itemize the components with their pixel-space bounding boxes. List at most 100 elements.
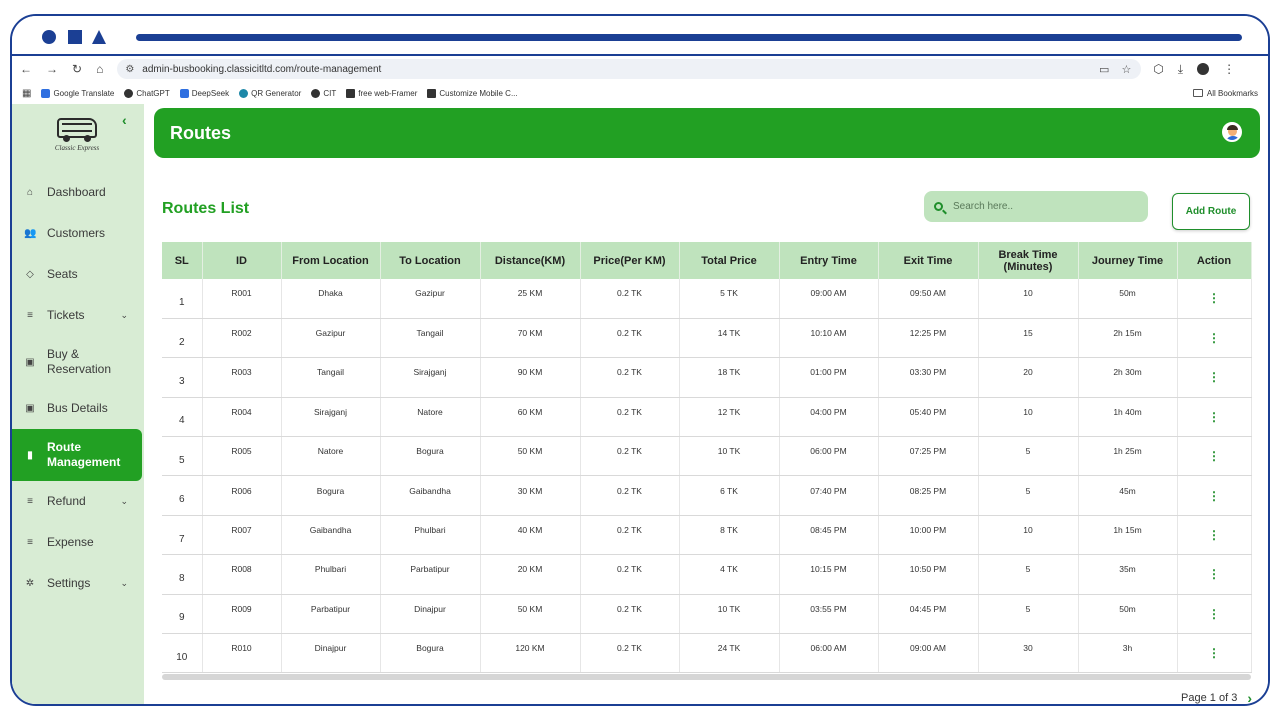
sidebar-item-bus-details[interactable]: ▣ Bus Details [12, 388, 144, 429]
bookmark-google-translate[interactable]: Google Translate [41, 88, 114, 98]
site-info-icon[interactable]: ⚙ [125, 64, 134, 75]
bag-icon [427, 88, 437, 98]
square-shape [68, 30, 82, 44]
break-time-cell: 5 [978, 554, 1079, 595]
gear-icon: ✲ [25, 578, 35, 589]
bookmark-chatgpt[interactable]: ChatGPT [124, 88, 170, 98]
sl-cell: 8 [162, 554, 203, 595]
break-time-cell: 10 [978, 279, 1079, 319]
journey-time-cell: 2h 30m [1078, 357, 1178, 398]
sidebar-item-customers[interactable]: 👥 Customers [12, 213, 144, 254]
journey-time-cell: 1h 40m [1078, 397, 1178, 438]
sidebar-item-buy-reservation[interactable]: ▣ Buy & Reservation [12, 336, 144, 388]
search-box [924, 191, 1148, 222]
id-cell: R007 [202, 515, 282, 556]
bus-icon: ▣ [25, 403, 35, 414]
row-actions-icon[interactable]: ⋮ [1177, 594, 1252, 635]
sidebar-item-seats[interactable]: ◇ Seats [12, 254, 144, 295]
browser-tools: ⬡ ⤓ ⋮ [1153, 62, 1235, 77]
row-actions-icon[interactable]: ⋮ [1177, 515, 1252, 556]
price-per-km-cell: 0.2 TK [580, 554, 680, 595]
distance-cell: 50 KM [480, 594, 581, 635]
row-actions-icon[interactable]: ⋮ [1177, 397, 1252, 438]
from-cell: Dinajpur [281, 633, 381, 674]
sidebar-item-route-management[interactable]: ▮ Route Management [12, 429, 142, 481]
sl-cell: 6 [162, 475, 203, 516]
add-route-button[interactable]: Add Route [1172, 193, 1250, 230]
journey-time-cell: 50m [1078, 594, 1178, 635]
column-header: To Location [380, 242, 481, 279]
profile-icon[interactable] [1197, 63, 1210, 75]
next-page-icon[interactable]: › [1247, 690, 1252, 704]
sidebar-item-expense[interactable]: ≡ Expense [12, 522, 144, 563]
row-actions-icon[interactable]: ⋮ [1177, 475, 1252, 516]
avatar[interactable] [1222, 122, 1242, 142]
cast-icon[interactable]: ▭ [1099, 63, 1109, 76]
table-body: 1 R001 Dhaka Gazipur 25 KM 0.2 TK 5 TK 09:00 AM… [162, 279, 1252, 674]
sl-cell: 2 [162, 318, 203, 359]
app-area: Classic Express ‹ ⌂ Dashboard 👥 Customer… [12, 104, 1268, 704]
horizontal-scrollbar[interactable] [162, 674, 1251, 681]
column-header: From Location [281, 242, 381, 279]
home-icon[interactable]: ⌂ [96, 62, 103, 76]
price-per-km-cell: 0.2 TK [580, 633, 680, 674]
sidebar-item-dashboard[interactable]: ⌂ Dashboard [12, 172, 144, 213]
url-bar[interactable]: ⚙ admin-busbooking.classicitltd.com/rout… [117, 59, 1142, 79]
table-row: 2 R002 Gazipur Tangail 70 KM 0.2 TK 14 TK 10:10… [162, 318, 1252, 359]
exit-time-cell: 10:50 PM [878, 554, 979, 595]
row-actions-icon[interactable]: ⋮ [1177, 436, 1252, 477]
url-actions: ▭ ☆ [1099, 63, 1131, 76]
sidebar: Classic Express ‹ ⌂ Dashboard 👥 Customer… [12, 104, 144, 704]
framer-icon [346, 88, 356, 98]
triangle-shape [92, 30, 106, 44]
to-cell: Phulbari [380, 515, 481, 556]
row-actions-icon[interactable]: ⋮ [1177, 554, 1252, 595]
row-actions-icon[interactable]: ⋮ [1177, 633, 1252, 674]
reload-icon[interactable]: ↻ [72, 62, 82, 76]
download-icon[interactable]: ⤓ [1178, 62, 1183, 77]
entry-time-cell: 03:55 PM [779, 594, 879, 635]
extensions-icon[interactable]: ⬡ [1153, 62, 1163, 76]
distance-cell: 90 KM [480, 357, 581, 398]
sidebar-item-settings[interactable]: ✲ Settings ⌄ [12, 563, 144, 604]
table-row: 3 R003 Tangail Sirajganj 90 KM 0.2 TK 18 TK 01:… [162, 357, 1252, 398]
entry-time-cell: 01:00 PM [779, 357, 879, 398]
bookmark-deepseek[interactable]: DeepSeek [179, 88, 229, 98]
sidebar-item-refund[interactable]: ≡ Refund ⌄ [12, 481, 144, 522]
from-cell: Tangail [281, 357, 381, 398]
row-actions-icon[interactable]: ⋮ [1177, 318, 1252, 359]
from-cell: Gaibandha [281, 515, 381, 556]
column-header: Price(Per KM) [580, 242, 680, 279]
page-title: Routes [170, 122, 232, 143]
search-input[interactable] [953, 201, 1133, 212]
bookmark-framer[interactable]: free web-Framer [346, 88, 417, 98]
apps-grid-icon[interactable]: ▦ [22, 88, 31, 99]
layers-icon: ◇ [26, 269, 34, 280]
collapse-sidebar-icon[interactable]: ‹ [122, 112, 127, 128]
exit-time-cell: 04:45 PM [878, 594, 979, 635]
journey-time-cell: 1h 15m [1078, 515, 1178, 556]
exit-time-cell: 07:25 PM [878, 436, 979, 477]
device-frame: ← → ↻ ⌂ ⚙ admin-busbooking.classicitltd.… [10, 14, 1270, 706]
column-header: Distance(KM) [480, 242, 581, 279]
all-bookmarks[interactable]: All Bookmarks [1192, 89, 1258, 98]
logo: Classic Express [52, 118, 102, 158]
break-time-cell: 10 [978, 515, 1079, 556]
sidebar-item-tickets[interactable]: ≡ Tickets ⌄ [12, 295, 144, 336]
list-icon: ≡ [27, 496, 33, 507]
bookmarks-bar: ▦ Google Translate ChatGPT DeepSeek QR G… [12, 82, 1268, 104]
forward-icon[interactable]: → [46, 62, 58, 76]
back-icon[interactable]: ← [20, 62, 32, 76]
more-icon[interactable]: ⋮ [1223, 62, 1235, 76]
row-actions-icon[interactable]: ⋮ [1177, 357, 1252, 398]
distance-cell: 120 KM [480, 633, 581, 674]
star-icon[interactable]: ☆ [1121, 63, 1131, 76]
column-header: Action [1177, 242, 1252, 279]
row-actions-icon[interactable]: ⋮ [1177, 279, 1252, 319]
from-cell: Bogura [281, 475, 381, 516]
bookmark-customize-mobile[interactable]: Customize Mobile C... [427, 88, 518, 98]
bookmark-cit[interactable]: CIT [311, 88, 336, 98]
pagination: Page 1 of 3 › [1181, 690, 1252, 704]
exit-time-cell: 09:50 AM [878, 279, 979, 319]
bookmark-qr-generator[interactable]: QR Generator [239, 88, 301, 98]
